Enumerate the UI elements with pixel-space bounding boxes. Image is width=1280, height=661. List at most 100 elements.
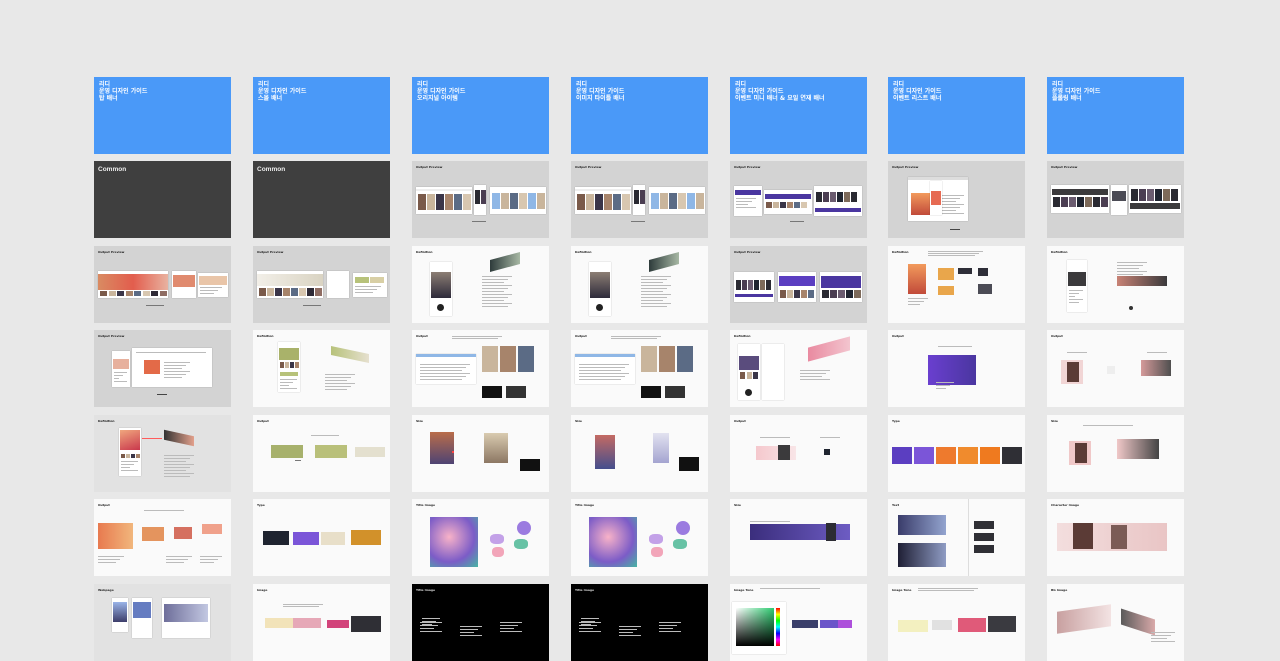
slide-thumbnail-bg-image[interactable]: BG Image	[1047, 584, 1184, 661]
cover-title-line: 이벤트 미니 배너 & 요일 연재 배너	[735, 95, 825, 102]
text-line	[1151, 635, 1171, 636]
slide-thumbnail-preview-purple[interactable]: Output Preview	[730, 161, 867, 238]
cover-thumb	[1093, 197, 1100, 207]
slide-thumbnail-size-covers[interactable]: Size	[412, 415, 549, 492]
slide-thumbnail-common[interactable]: Common	[94, 161, 231, 238]
slide-thumbnail-image-tone[interactable]: Image Tone	[730, 584, 867, 661]
slide-thumbnail-output-olive[interactable]: Output	[253, 415, 390, 492]
cover-thumb	[1061, 197, 1068, 207]
tone-banner	[898, 620, 928, 632]
cover-thumb	[427, 194, 435, 210]
slide-thumbnail-output-people[interactable]: Output	[1047, 330, 1184, 407]
slide-thumbnail-definition-phone-dark[interactable]: Definition	[571, 246, 708, 323]
slide-thumbnail-size-purple[interactable]: Size	[730, 499, 867, 576]
slide-thumbnail-title-image-black[interactable]: Title Image	[412, 584, 549, 661]
slide-thumbnail-image-row[interactable]: Image	[253, 584, 390, 661]
slide-thumbnail-output-banners-warm[interactable]: Output	[94, 499, 231, 576]
slide-thumbnail-preview-browser[interactable]: Output Preview	[94, 330, 231, 407]
text-line	[164, 455, 194, 456]
banner-item	[978, 284, 992, 294]
slide-label: Output	[1051, 334, 1063, 338]
slide-label: Output Preview	[98, 250, 125, 254]
small-banner	[280, 372, 298, 376]
cover-title-line: 운영 디자인 가이드	[258, 88, 307, 95]
angled-banner	[164, 429, 194, 447]
slide-thumbnail-output-browser-covers[interactable]: Output	[412, 330, 549, 407]
cover-thumb	[283, 288, 290, 296]
slide-thumbnail-output-purple-single[interactable]: Output	[888, 330, 1025, 407]
slide-label: Size	[734, 503, 741, 507]
cover-thumb	[748, 280, 753, 290]
slide-thumbnail-preview-wide[interactable]: Output Preview	[94, 246, 231, 323]
text-line	[420, 373, 470, 374]
slide-thumbnail-preview-purple-strip[interactable]: Output Preview	[730, 246, 867, 323]
cover-thumb	[518, 346, 534, 372]
desktop-mockup-2	[162, 598, 210, 638]
slide-thumbnail-definition-phone-pink[interactable]: Definition	[730, 330, 867, 407]
dark-card	[506, 386, 526, 398]
cover-slide[interactable]: 리디 운영 디자인 가이드 플롤링 배너	[1047, 77, 1184, 154]
dots	[631, 221, 645, 222]
cover-slide[interactable]: 리디 운영 디자인 가이드 이벤트 리스트 배너	[888, 77, 1025, 154]
text-line	[641, 288, 667, 289]
slide-thumbnail-preview-covers[interactable]: Output Preview	[412, 161, 549, 238]
slide-thumbnail-definition-phone-c[interactable]: Definition	[1047, 246, 1184, 323]
text-line	[280, 388, 297, 389]
slide-thumbnail-definition-orange[interactable]: Definition	[888, 246, 1025, 323]
cover-slide[interactable]: 리디 운영 디자인 가이드 이미지 타이틀 배너	[571, 77, 708, 154]
text-line	[311, 435, 339, 436]
text-line	[325, 374, 355, 375]
slide-thumbnail-preview-covers[interactable]: Output Preview	[571, 161, 708, 238]
slide-thumbnail-image-tone-b[interactable]: Image Tone	[888, 584, 1025, 661]
slide-thumbnail-title-image[interactable]: Title Image	[412, 499, 549, 576]
slide-thumbnail-text-blue[interactable]: Text	[888, 499, 1025, 576]
text-line	[500, 622, 522, 623]
cover-thumb	[586, 194, 594, 210]
text-line	[928, 251, 983, 252]
cover-thumb	[259, 288, 266, 296]
slide-thumbnail-output-browser-covers[interactable]: Output	[571, 330, 708, 407]
banner-item	[938, 286, 954, 295]
text-line	[611, 336, 661, 337]
slide-thumbnail-size-people[interactable]: Size	[1047, 415, 1184, 492]
text-line	[166, 556, 192, 557]
slide-thumbnail-size-covers-b[interactable]: Size	[571, 415, 708, 492]
small-banner	[355, 277, 369, 283]
slide-thumbnail-common[interactable]: Common	[253, 161, 390, 238]
cover-slide[interactable]: 리디 운영 디자인 가이드 탑 배너	[94, 77, 231, 154]
slide-thumbnail-title-image-black[interactable]: Title Image	[571, 584, 708, 661]
slide-thumbnail-character-image[interactable]: Character Image	[1047, 499, 1184, 576]
banner	[315, 445, 347, 458]
cover-title-line: 이벤트 리스트 배너	[893, 95, 942, 102]
cover-thumb	[108, 291, 116, 296]
image-banner	[351, 616, 381, 632]
nav	[575, 189, 631, 191]
desktop-mockup	[734, 272, 774, 302]
cover-thumb	[1171, 189, 1178, 201]
text-line	[164, 464, 194, 465]
desktop-mockup-2	[649, 187, 705, 214]
slide-thumbnail-title-image[interactable]: Title Image	[571, 499, 708, 576]
dark-card	[679, 457, 699, 471]
slide-thumbnail-definition-phone-dark[interactable]: Definition	[412, 246, 549, 323]
color-field	[736, 608, 774, 646]
text-line	[482, 294, 512, 295]
slide-label: Output	[575, 334, 587, 338]
slide-thumbnail-preview-wide-light[interactable]: Output Preview	[253, 246, 390, 323]
hero-image	[590, 272, 610, 298]
cover-slide[interactable]: 리디 운영 디자인 가이드 이벤트 미니 배너 & 요일 연재 배너	[730, 77, 867, 154]
slide-thumbnail-preview-browser-b[interactable]: Output Preview	[888, 161, 1025, 238]
text-line	[355, 289, 377, 290]
text-line	[1151, 641, 1175, 642]
text-line	[98, 556, 124, 557]
slide-thumbnail-definition-olive[interactable]: Definition	[253, 330, 390, 407]
slide-thumbnail-output-pink[interactable]: Output	[730, 415, 867, 492]
slide-thumbnail-definition-phone[interactable]: Definition	[94, 415, 231, 492]
cover-slide[interactable]: 리디 운영 디자인 가이드 스몰 배너	[253, 77, 390, 154]
slide-thumbnail-types-colors[interactable]: Type	[888, 415, 1025, 492]
cover-slide[interactable]: 리디 운영 디자인 가이드 오리지널 아이템	[412, 77, 549, 154]
slide-thumbnail-preview-dark-strip[interactable]: Output Preview	[1047, 161, 1184, 238]
slide-thumbnail-types-row[interactable]: Type	[253, 499, 390, 576]
text-line	[325, 383, 355, 384]
slide-thumbnail-webpage-screens[interactable]: Webpage	[94, 584, 231, 661]
